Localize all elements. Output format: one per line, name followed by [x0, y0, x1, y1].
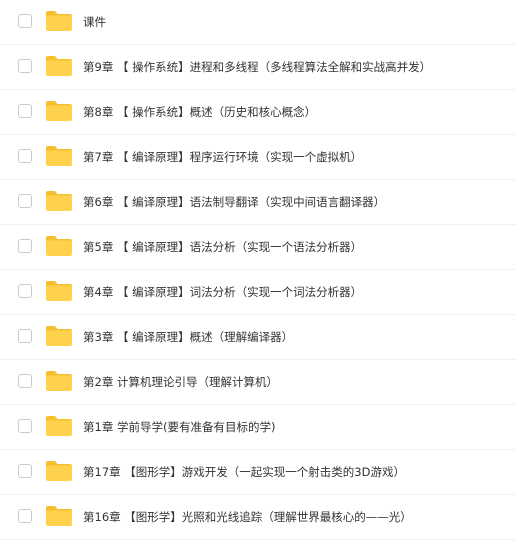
folder-icon [45, 145, 73, 167]
folder-icon [45, 505, 73, 527]
file-name[interactable]: 第17章 【图形学】游戏开发（一起实现一个射击类的3D游戏） [83, 450, 405, 494]
file-name[interactable]: 第7章 【 编译原理】程序运行环境（实现一个虚拟机） [83, 135, 362, 179]
folder-icon [45, 280, 73, 302]
list-item[interactable]: 第17章 【图形学】游戏开发（一起实现一个射击类的3D游戏） [0, 450, 516, 495]
list-item[interactable]: 第8章 【 操作系统】概述（历史和核心概念） [0, 90, 516, 135]
list-item[interactable]: 第4章 【 编译原理】词法分析（实现一个词法分析器） [0, 270, 516, 315]
file-name[interactable]: 第6章 【 编译原理】语法制导翻译（实现中间语言翻译器） [83, 180, 385, 224]
folder-icon [45, 370, 73, 392]
list-item[interactable]: 第16章 【图形学】光照和光线追踪（理解世界最核心的——光） [0, 495, 516, 540]
row-checkbox[interactable] [18, 374, 32, 388]
row-checkbox[interactable] [18, 329, 32, 343]
file-name[interactable]: 第16章 【图形学】光照和光线追踪（理解世界最核心的——光） [83, 495, 412, 539]
list-item[interactable]: 第9章 【 操作系统】进程和多线程（多线程算法全解和实战高并发） [0, 45, 516, 90]
list-item[interactable]: 课件 [0, 0, 516, 45]
row-checkbox[interactable] [18, 59, 32, 73]
file-name[interactable]: 第9章 【 操作系统】进程和多线程（多线程算法全解和实战高并发） [83, 45, 431, 89]
folder-icon [45, 325, 73, 347]
list-item[interactable]: 第5章 【 编译原理】语法分析（实现一个语法分析器） [0, 225, 516, 270]
folder-icon [45, 235, 73, 257]
file-name[interactable]: 第8章 【 操作系统】概述（历史和核心概念） [83, 90, 316, 134]
file-name[interactable]: 第4章 【 编译原理】词法分析（实现一个词法分析器） [83, 270, 362, 314]
row-checkbox[interactable] [18, 14, 32, 28]
list-item[interactable]: 第7章 【 编译原理】程序运行环境（实现一个虚拟机） [0, 135, 516, 180]
file-name[interactable]: 第1章 学前导学(要有准备有目标的学) [83, 405, 275, 449]
file-list: 课件 第9章 【 操作系统】进程和多线程（多线程算法全解和实战高并发） 第8章 … [0, 0, 516, 543]
row-checkbox[interactable] [18, 239, 32, 253]
row-checkbox[interactable] [18, 104, 32, 118]
folder-icon [45, 460, 73, 482]
list-item[interactable]: 第2章 计算机理论引导（理解计算机） [0, 360, 516, 405]
list-item[interactable]: 第6章 【 编译原理】语法制导翻译（实现中间语言翻译器） [0, 180, 516, 225]
row-checkbox[interactable] [18, 284, 32, 298]
row-checkbox[interactable] [18, 149, 32, 163]
row-checkbox[interactable] [18, 194, 32, 208]
folder-icon [45, 190, 73, 212]
folder-icon [45, 415, 73, 437]
file-name[interactable]: 第2章 计算机理论引导（理解计算机） [83, 360, 278, 404]
folder-icon [45, 55, 73, 77]
folder-icon [45, 10, 73, 32]
file-name[interactable]: 第3章 【 编译原理】概述（理解编译器） [83, 315, 293, 359]
folder-icon [45, 100, 73, 122]
file-name[interactable]: 课件 [83, 0, 106, 44]
file-name[interactable]: 第5章 【 编译原理】语法分析（实现一个语法分析器） [83, 225, 362, 269]
row-checkbox[interactable] [18, 464, 32, 478]
row-checkbox[interactable] [18, 509, 32, 523]
row-checkbox[interactable] [18, 419, 32, 433]
list-item[interactable]: 第3章 【 编译原理】概述（理解编译器） [0, 315, 516, 360]
list-item[interactable]: 第1章 学前导学(要有准备有目标的学) [0, 405, 516, 450]
